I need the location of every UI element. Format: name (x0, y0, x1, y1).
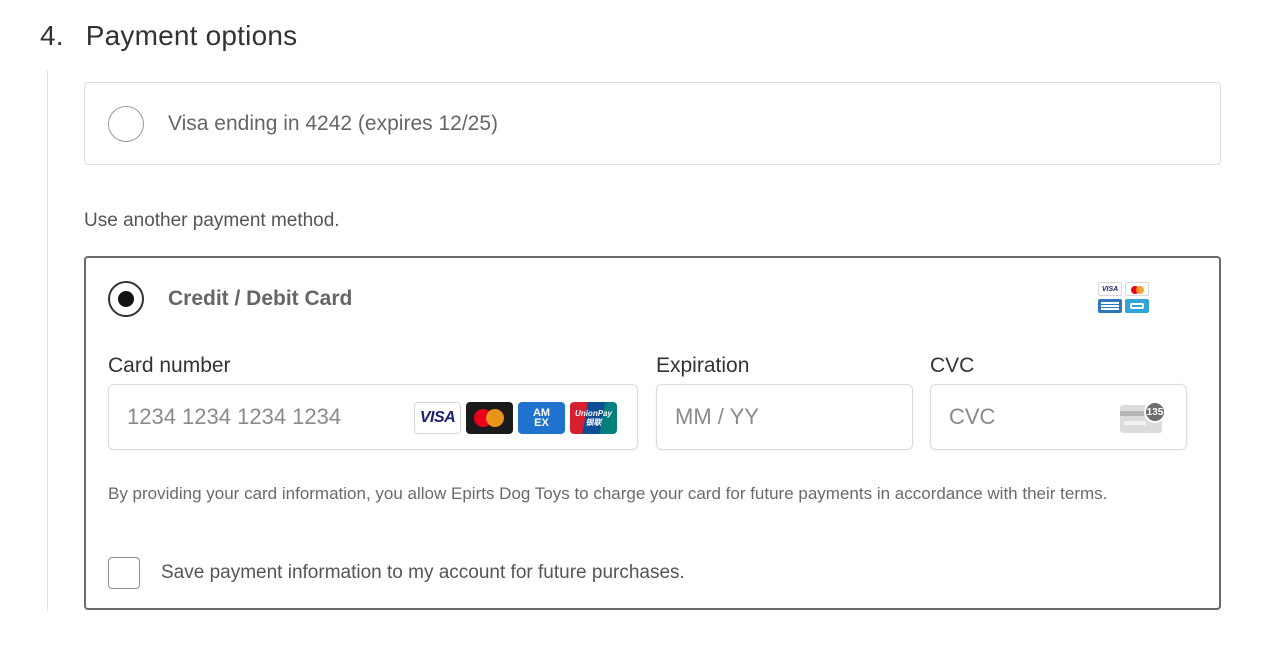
saved-card-radio-icon[interactable] (108, 105, 144, 142)
visa-icon: VISA (414, 402, 461, 434)
amex-icon: AM EX (518, 402, 565, 434)
accepted-brands: VISA (1098, 282, 1152, 313)
saved-card-label: Visa ending in 4242 (expires 12/25) (168, 111, 499, 135)
consent-text: By providing your card information, you … (108, 484, 1108, 503)
step-rail-divider (47, 70, 48, 611)
card-number-field[interactable]: VISA AM EX UnionPay 银联 (108, 384, 638, 450)
card-brand-logos: VISA AM EX UnionPay 银联 (414, 402, 617, 434)
mastercard-mini-icon (1125, 282, 1149, 296)
card-back-cvc-icon: 135 (1120, 401, 1166, 435)
cvc-label: CVC (930, 354, 975, 377)
step-title: Payment options (85, 20, 298, 51)
expiration-field[interactable] (656, 384, 913, 450)
unionpay-icon: UnionPay 银联 (570, 402, 617, 434)
card-method-title: Credit / Debit Card (168, 287, 353, 310)
step-header: 4. Payment options (40, 20, 297, 52)
saved-card-option[interactable]: Visa ending in 4242 (expires 12/25) (84, 82, 1221, 165)
amex-mini-icon (1098, 299, 1122, 313)
card-method-option[interactable]: Credit / Debit Card (108, 281, 352, 317)
mastercard-icon (466, 402, 513, 434)
card-method-radio-icon[interactable] (108, 281, 144, 317)
save-payment-checkbox[interactable] (108, 557, 140, 589)
expiration-label: Expiration (656, 354, 750, 377)
cvc-field[interactable]: 135 (930, 384, 1187, 450)
credit-card-panel: Credit / Debit Card VISA Card number VIS… (84, 256, 1221, 610)
visa-mini-icon: VISA (1098, 282, 1122, 296)
save-payment-label: Save payment information to my account f… (161, 562, 685, 583)
expiration-input[interactable] (657, 385, 912, 449)
card-number-label: Card number (108, 354, 231, 377)
save-payment-option[interactable]: Save payment information to my account f… (108, 557, 685, 589)
jcb-mini-icon (1125, 299, 1149, 313)
cvc-badge: 135 (1144, 401, 1166, 423)
other-method-heading: Use another payment method. (84, 210, 340, 231)
step-number: 4. (40, 20, 64, 51)
